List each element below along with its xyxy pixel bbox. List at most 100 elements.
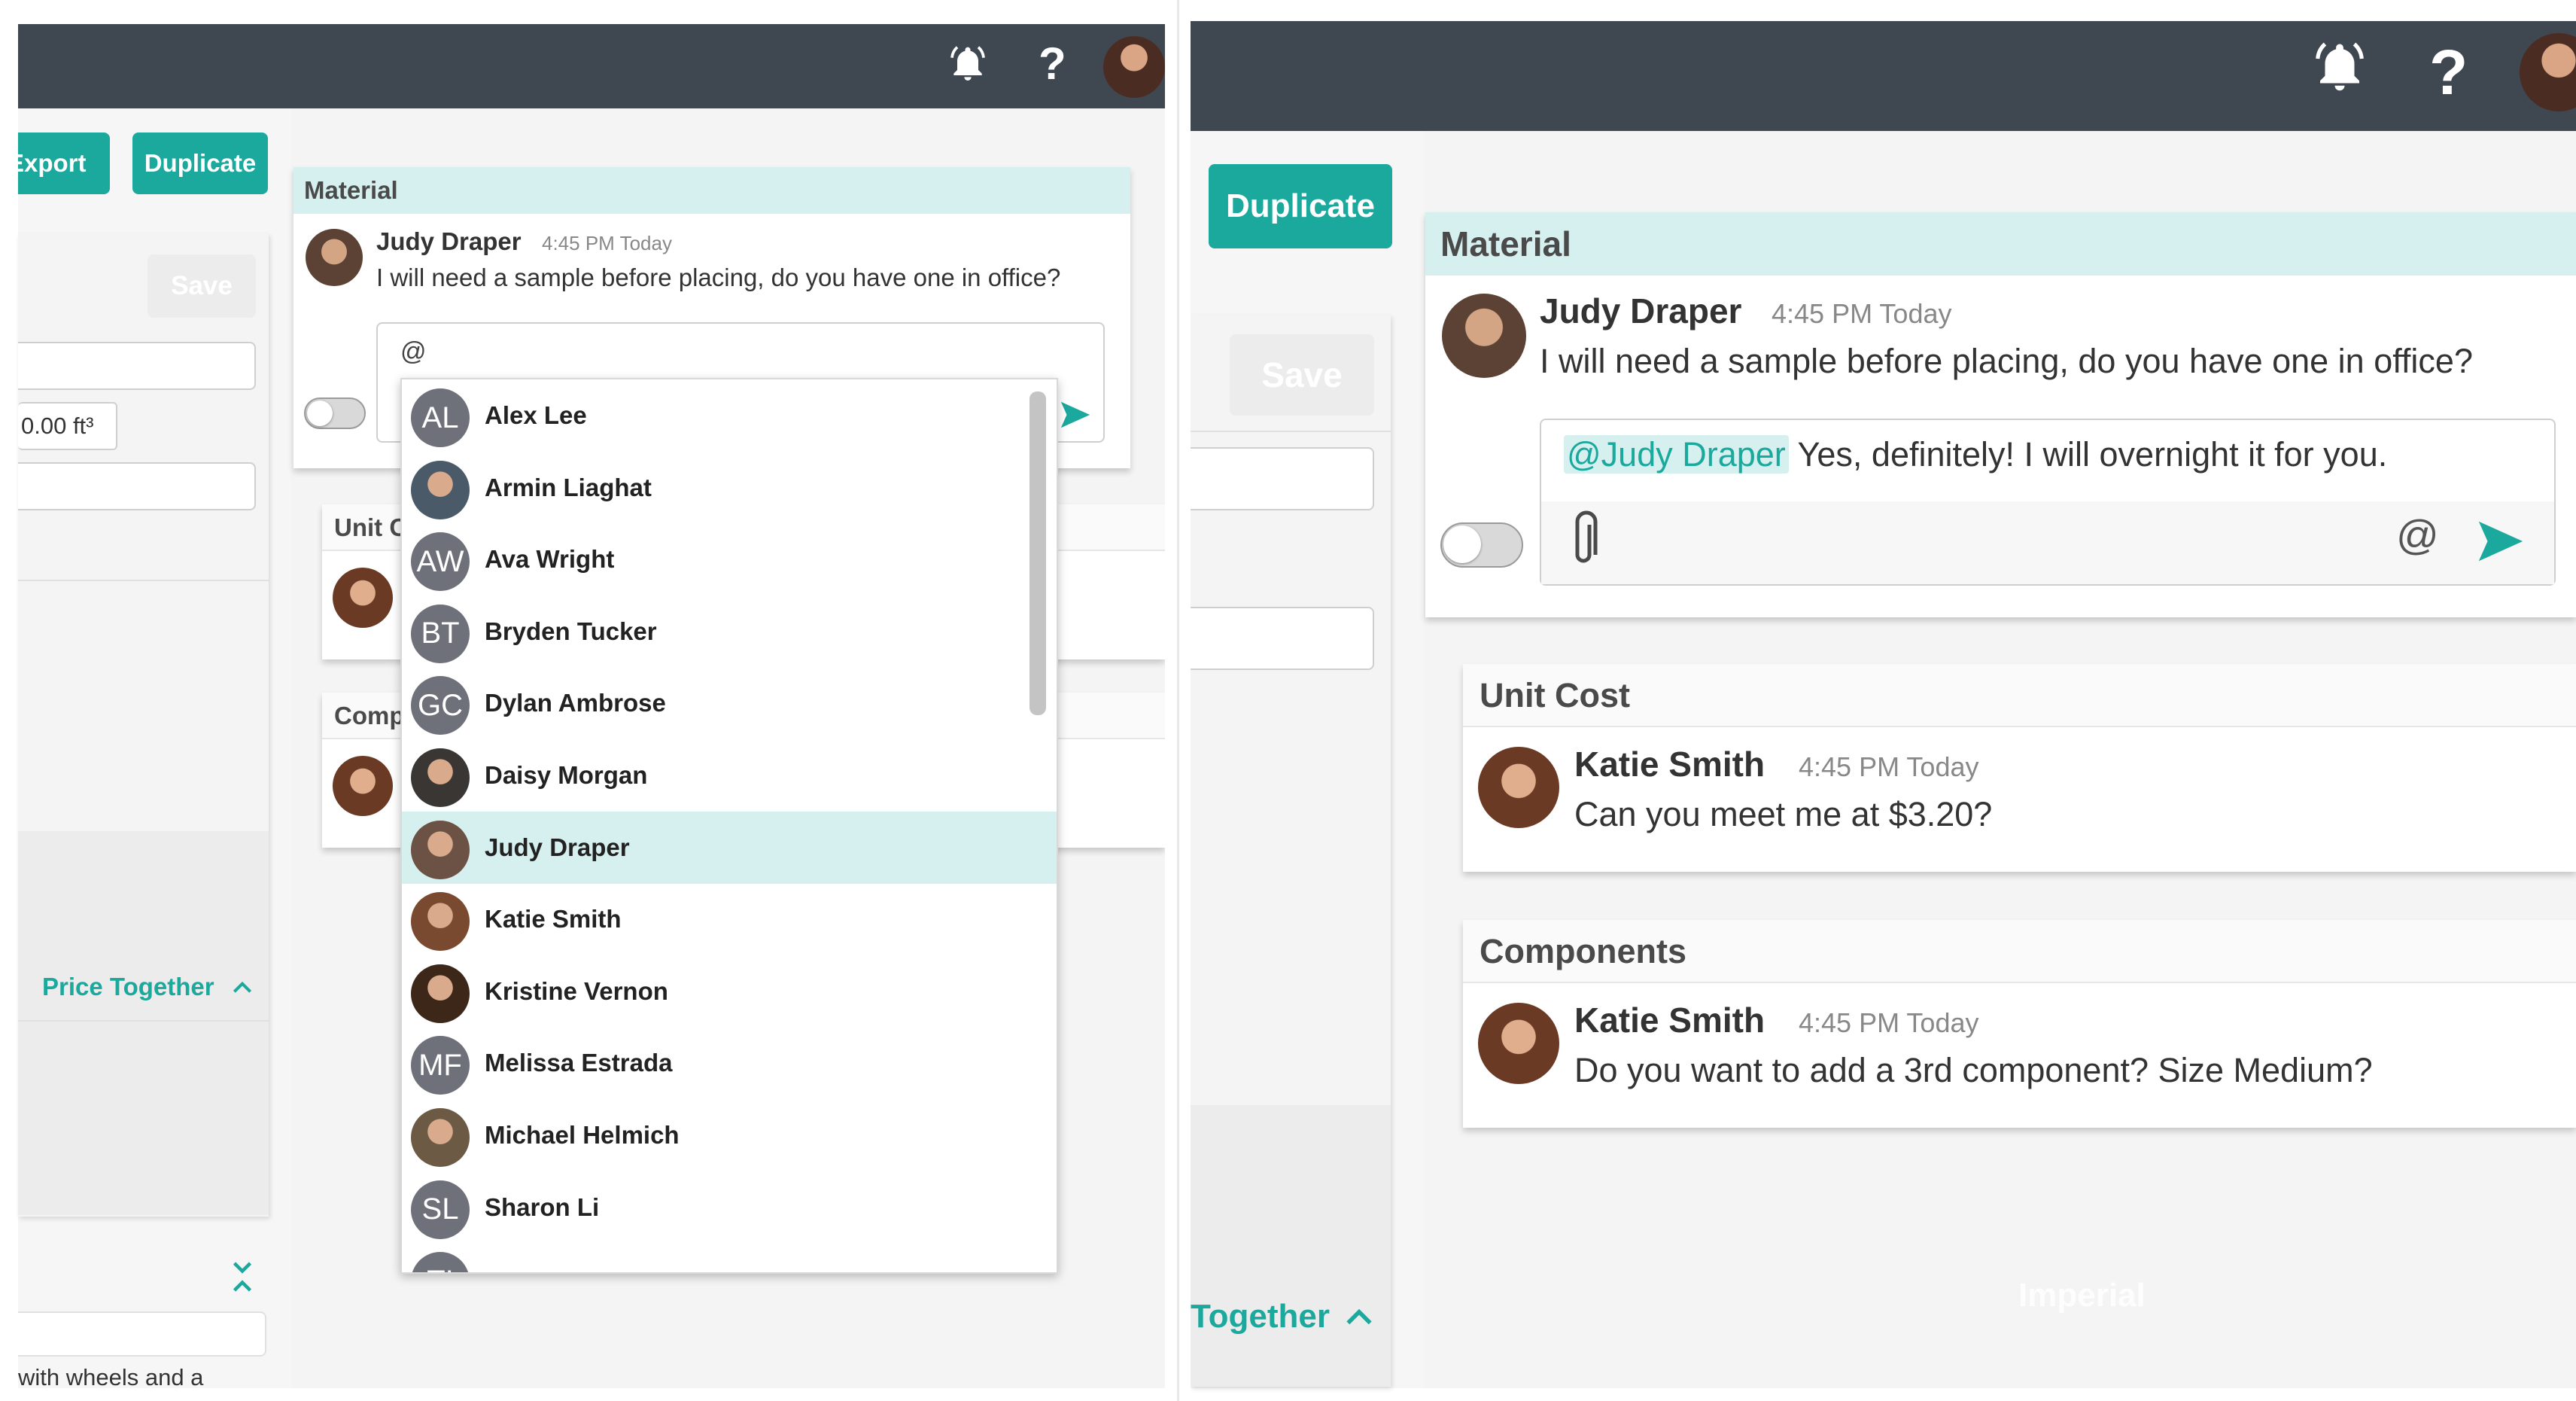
- mention-option[interactable]: Daisy Morgan: [402, 739, 1057, 812]
- avatar-initials: BT: [411, 604, 470, 663]
- mention-option[interactable]: Armin Liaghat: [402, 452, 1057, 524]
- description-field[interactable]: [18, 1311, 266, 1357]
- mention-option-name: Daisy Morgan: [485, 761, 648, 789]
- message-author: Katie Smith: [1574, 1000, 1765, 1040]
- katie-smith-avatar: [1478, 747, 1559, 828]
- input-field-2[interactable]: [18, 462, 256, 510]
- input-field-1[interactable]: [1191, 447, 1374, 510]
- send-icon[interactable]: [2468, 515, 2533, 568]
- mention-option[interactable]: Judy Draper: [402, 811, 1057, 884]
- left-screenshot-panel: ? Export Duplicate Save 0.00 ft³ Price T…: [0, 0, 1165, 1401]
- message-time: 4:45 PM Today: [1799, 751, 1979, 782]
- price-together-link[interactable]: Price Together: [42, 973, 214, 1001]
- unit-cost-card: Unit Cost Katie Smith 4:45 PM Today Can …: [1463, 664, 2576, 872]
- katie-smith-avatar: [1478, 1003, 1559, 1084]
- mention-avatar: TI: [411, 1252, 470, 1272]
- mention-option-name: Katie Smith: [485, 905, 622, 933]
- katie-smith-avatar: [333, 568, 393, 628]
- price-section: [1191, 1105, 1391, 1387]
- message-text: I will need a sample before placing, do …: [376, 263, 1061, 291]
- avatar-initials: SL: [411, 1180, 470, 1239]
- mention-avatar: [411, 892, 470, 952]
- save-button[interactable]: Save: [1230, 334, 1374, 416]
- mention-avatar: [411, 460, 470, 519]
- chevron-up-icon[interactable]: [229, 976, 256, 1000]
- bell-icon[interactable]: [947, 44, 989, 86]
- divider: [1191, 431, 1391, 432]
- mention-option[interactable]: GC Dylan Ambrose: [402, 667, 1057, 739]
- mention-option-name: Bryden Tucker: [485, 617, 657, 645]
- material-card: Material Judy Draper 4:45 PM Today I wil…: [1425, 212, 2576, 617]
- message-time: 4:45 PM Today: [542, 232, 672, 254]
- message-text: Can you meet me at $3.20?: [1574, 795, 1993, 833]
- mention-option[interactable]: Michael Helmich: [402, 1099, 1057, 1171]
- mention-at-button[interactable]: @: [2396, 510, 2439, 559]
- mention-option-name: Michael Helmich: [485, 1121, 680, 1149]
- mention-avatar: BT: [411, 604, 470, 663]
- message-author: Judy Draper: [1540, 291, 1742, 330]
- reply-text: Yes, definitely! I will overnight it for…: [1797, 435, 2388, 474]
- comment-input[interactable]: @Judy Draper Yes, definitely! I will ove…: [1540, 419, 2556, 586]
- help-icon[interactable]: ?: [1039, 38, 1066, 90]
- input-field-1[interactable]: [18, 342, 256, 390]
- components-header: Components: [1463, 920, 2576, 983]
- avatar-initials: TI: [411, 1252, 470, 1272]
- avatar-initials: AW: [411, 532, 470, 592]
- comment-input-value: @Judy Draper Yes, definitely! I will ove…: [1564, 435, 2387, 474]
- private-toggle[interactable]: [1440, 522, 1523, 568]
- send-icon[interactable]: [1055, 397, 1096, 432]
- message-author: Katie Smith: [1574, 745, 1765, 784]
- top-bar: [18, 24, 1165, 108]
- imperial-label: Imperial: [2018, 1277, 2146, 1314]
- mention-avatar: AL: [411, 388, 470, 447]
- dropdown-scrollbar[interactable]: [1029, 391, 1046, 715]
- unit-cost-header: Unit Cost: [1463, 664, 2576, 727]
- save-button[interactable]: Save: [148, 254, 256, 318]
- mention-option[interactable]: MF Melissa Estrada: [402, 1027, 1057, 1099]
- mention-option[interactable]: AW Ava Wright: [402, 523, 1057, 595]
- double-chevron-icon[interactable]: [229, 1256, 256, 1298]
- price-section: [18, 831, 269, 1215]
- bell-icon[interactable]: [2310, 39, 2369, 98]
- mention-option-name: Alex Lee: [485, 401, 587, 429]
- duplicate-button[interactable]: Duplicate: [1209, 164, 1392, 248]
- user-avatar[interactable]: [1103, 36, 1165, 98]
- mention-option-name: Melissa Estrada: [485, 1049, 673, 1077]
- mention-option-name: Kristine Vernon: [485, 976, 668, 1005]
- mention-avatar: [411, 820, 470, 879]
- duplicate-button[interactable]: Duplicate: [132, 132, 268, 194]
- private-toggle[interactable]: [304, 397, 366, 429]
- mention-option-name: Armin Liaghat: [485, 473, 652, 501]
- avatar-initials: MF: [411, 1036, 470, 1095]
- message-text: I will need a sample before placing, do …: [1540, 342, 2473, 380]
- judy-draper-avatar: [306, 229, 363, 286]
- mention-option-name: Ava Wright: [485, 545, 615, 574]
- comment-input-value: @: [400, 337, 427, 366]
- mention-option[interactable]: Katie Smith: [402, 883, 1057, 955]
- mention-option-name: Judy Draper: [485, 833, 630, 861]
- export-button[interactable]: Export: [18, 132, 110, 194]
- message-text: Do you want to add a 3rd component? Size…: [1574, 1051, 2373, 1089]
- mention-option[interactable]: AL Alex Lee: [402, 379, 1057, 452]
- mention-avatar: [411, 748, 470, 807]
- mention-tag: @Judy Draper: [1564, 435, 1789, 474]
- avatar-initials: AL: [411, 388, 470, 447]
- volume-field[interactable]: 0.00 ft³: [18, 402, 117, 450]
- chevron-up-icon[interactable]: [1341, 1301, 1377, 1334]
- input-field-2[interactable]: [1191, 607, 1374, 670]
- mention-option[interactable]: BT Bryden Tucker: [402, 595, 1057, 668]
- panel-divider: [1165, 0, 1191, 1401]
- mention-avatar: SL: [411, 1180, 470, 1239]
- katie-smith-avatar: [333, 756, 393, 816]
- divider: [18, 1020, 269, 1022]
- help-icon[interactable]: ?: [2429, 36, 2468, 108]
- avatar-initials: GC: [411, 676, 470, 736]
- mention-option[interactable]: SL Sharon Li: [402, 1171, 1057, 1244]
- price-together-link[interactable]: Together: [1191, 1298, 1330, 1336]
- mention-avatar: AW: [411, 532, 470, 592]
- mention-dropdown: AL Alex Lee Armin Liaghat AW Ava Wright BT Bry…: [400, 378, 1058, 1274]
- mention-option[interactable]: TI: [402, 1243, 1057, 1272]
- mention-option[interactable]: Kristine Vernon: [402, 955, 1057, 1028]
- message-author: Judy Draper: [376, 227, 522, 255]
- paperclip-icon[interactable]: [1565, 510, 1601, 575]
